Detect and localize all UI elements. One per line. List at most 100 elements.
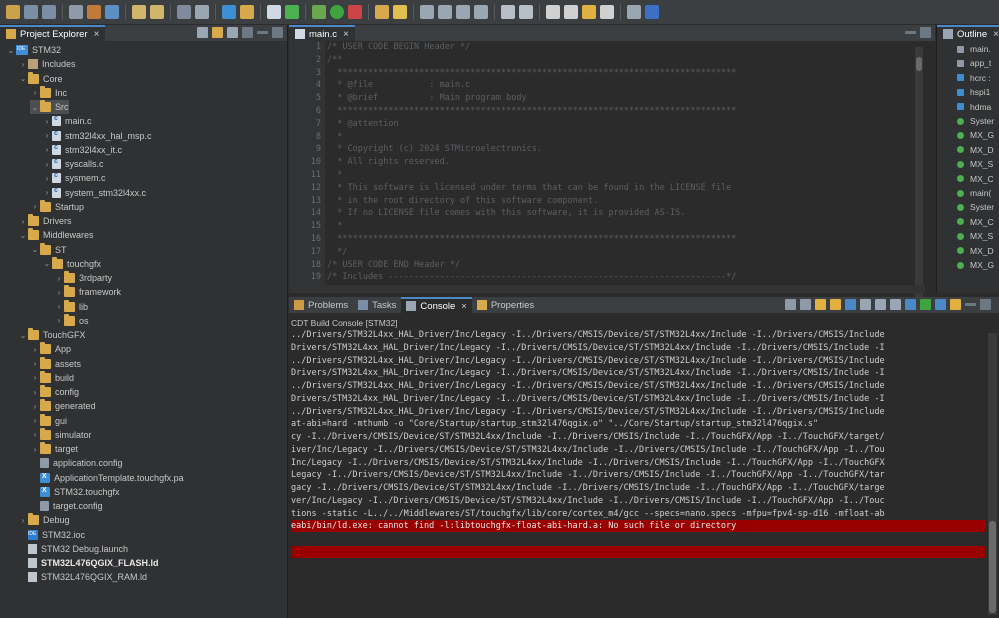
- tree-item[interactable]: › Startup: [30, 199, 84, 214]
- chevron-down-icon[interactable]: ⌄: [18, 331, 28, 340]
- refresh-icon[interactable]: [285, 5, 299, 19]
- tree-item[interactable]: › generated: [30, 399, 96, 413]
- chevron-right-icon[interactable]: ›: [30, 359, 40, 368]
- back-icon[interactable]: [546, 5, 560, 19]
- chevron-down-icon[interactable]: ⌄: [42, 259, 52, 268]
- mark-occurrences-icon[interactable]: [456, 5, 470, 19]
- outline-item[interactable]: app_t: [957, 57, 991, 69]
- word-wrap-icon[interactable]: [830, 299, 841, 310]
- tree-item[interactable]: › gui: [30, 413, 67, 428]
- chevron-right-icon[interactable]: ›: [30, 416, 40, 425]
- search-icon[interactable]: [177, 5, 191, 19]
- editor-vertical-scrollbar[interactable]: [915, 47, 923, 297]
- tree-item[interactable]: › syscalls.c: [42, 157, 104, 171]
- outline-item[interactable]: MX_D: [957, 245, 994, 257]
- chevron-right-icon[interactable]: ›: [54, 302, 64, 311]
- open-console-menu-icon[interactable]: [950, 299, 961, 310]
- tree-item[interactable]: › Debug: [18, 513, 70, 527]
- build-hammer-icon[interactable]: [87, 5, 101, 19]
- outline-item[interactable]: MX_G: [957, 259, 994, 271]
- tree-item[interactable]: › Drivers: [18, 214, 72, 228]
- tab-properties[interactable]: Properties: [472, 297, 539, 313]
- chevron-right-icon[interactable]: ›: [30, 402, 40, 411]
- outline-item[interactable]: MX_C: [957, 216, 994, 228]
- prev-annotation-icon[interactable]: [519, 5, 533, 19]
- tree-item[interactable]: application.config: [30, 456, 123, 470]
- chevron-right-icon[interactable]: ›: [18, 60, 28, 69]
- chevron-right-icon[interactable]: ›: [42, 174, 52, 183]
- pen-icon[interactable]: [393, 5, 407, 19]
- chevron-right-icon[interactable]: ›: [42, 188, 52, 197]
- minimize-icon[interactable]: [905, 31, 916, 34]
- tree-item[interactable]: ⌄ Middlewares: [18, 228, 94, 242]
- tree-item[interactable]: STM32.ioc: [18, 528, 85, 542]
- chevron-right-icon[interactable]: ›: [54, 316, 64, 325]
- tree-item[interactable]: ⌄ Src: [30, 100, 69, 114]
- stop-icon[interactable]: [348, 5, 362, 19]
- outline-item[interactable]: MX_S: [957, 158, 993, 170]
- tree-item[interactable]: ⌄ STM32: [6, 43, 61, 57]
- outline-item[interactable]: Syster: [957, 201, 994, 213]
- open-folder-icon[interactable]: [240, 5, 254, 19]
- open-console-icon[interactable]: [890, 299, 901, 310]
- tree-item[interactable]: › Inc: [30, 85, 67, 100]
- minimize-icon[interactable]: [257, 31, 268, 34]
- tree-item[interactable]: ⌄ ST: [30, 242, 67, 257]
- tree-item[interactable]: › framework: [54, 285, 121, 299]
- filter-icon[interactable]: [227, 27, 238, 38]
- chevron-down-icon[interactable]: ⌄: [30, 103, 40, 112]
- navigate-back-icon[interactable]: [582, 5, 596, 19]
- redo-icon[interactable]: [150, 5, 164, 19]
- save-all-icon[interactable]: [42, 5, 56, 19]
- tab-console[interactable]: Console ×: [401, 297, 472, 313]
- forward-icon[interactable]: [564, 5, 578, 19]
- tree-item[interactable]: › os: [54, 313, 89, 328]
- info-icon[interactable]: [645, 5, 659, 19]
- pin-console-icon[interactable]: [860, 299, 871, 310]
- chevron-right-icon[interactable]: ›: [54, 274, 64, 283]
- chevron-right-icon[interactable]: ›: [30, 345, 40, 354]
- display-selected-console-icon[interactable]: [875, 299, 886, 310]
- tree-item[interactable]: target.config: [30, 499, 103, 513]
- remove-launch-icon[interactable]: [800, 299, 811, 310]
- console-history-icon[interactable]: [905, 299, 916, 310]
- debug-icon[interactable]: [312, 5, 326, 19]
- new-c-file-icon[interactable]: [267, 5, 281, 19]
- outline-item[interactable]: MX_G: [957, 129, 994, 141]
- chevron-down-icon[interactable]: ⌄: [6, 46, 16, 55]
- chevron-right-icon[interactable]: ›: [30, 430, 40, 439]
- tab-problems[interactable]: Problems: [289, 297, 353, 313]
- settings-icon[interactable]: [69, 5, 83, 19]
- outline-item[interactable]: Syster: [957, 115, 994, 127]
- tree-item[interactable]: › sysmem.c: [42, 171, 106, 185]
- outline-item[interactable]: hspi1: [957, 86, 990, 98]
- device-config-icon[interactable]: [105, 5, 119, 19]
- toggle-block-icon[interactable]: [438, 5, 452, 19]
- undo-icon[interactable]: [132, 5, 146, 19]
- chevron-right-icon[interactable]: ›: [18, 217, 28, 226]
- print-icon[interactable]: [195, 5, 209, 19]
- tree-item[interactable]: › config: [30, 385, 79, 399]
- tree-item[interactable]: › build: [30, 370, 74, 385]
- outline-item[interactable]: main(: [957, 187, 991, 199]
- save-icon[interactable]: [24, 5, 38, 19]
- chevron-right-icon[interactable]: ›: [42, 160, 52, 169]
- tree-item[interactable]: ⌄ Core: [18, 71, 63, 86]
- navigate-forward-icon[interactable]: [600, 5, 614, 19]
- tree-item[interactable]: › Includes: [18, 57, 76, 71]
- tree-item[interactable]: › stm32l4xx_hal_msp.c: [42, 129, 152, 143]
- chevron-down-icon[interactable]: ⌄: [18, 74, 28, 83]
- clear-console-icon[interactable]: [845, 299, 856, 310]
- tree-item[interactable]: › lib: [54, 299, 88, 314]
- tab-outline[interactable]: Outline ×: [937, 25, 999, 41]
- new-console-icon[interactable]: [920, 299, 931, 310]
- tree-item[interactable]: STM32.touchgfx: [30, 485, 120, 499]
- tree-item[interactable]: › main.c: [42, 114, 92, 128]
- new-icon[interactable]: [6, 5, 20, 19]
- outline-item[interactable]: main.: [957, 43, 991, 55]
- open-console-dropdown-icon[interactable]: [935, 299, 946, 310]
- close-icon[interactable]: ×: [461, 301, 467, 312]
- chevron-down-icon[interactable]: ⌄: [30, 245, 40, 254]
- tree-item[interactable]: › stm32l4xx_it.c: [42, 143, 122, 157]
- chevron-right-icon[interactable]: ›: [30, 388, 40, 397]
